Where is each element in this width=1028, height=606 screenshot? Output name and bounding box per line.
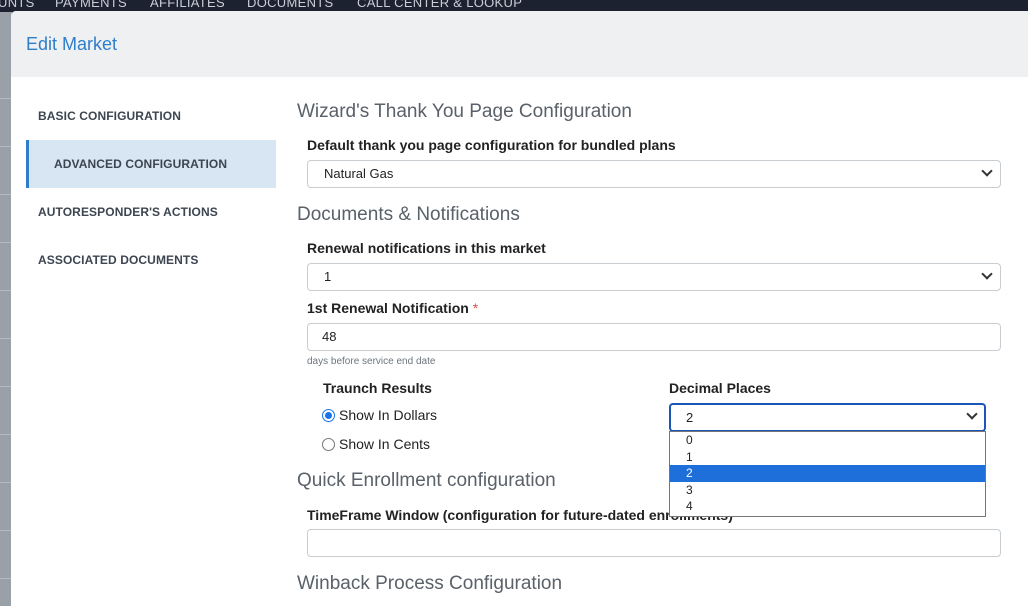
section-title-wizard: Wizard's Thank You Page Configuration (297, 101, 632, 122)
default-thank-you-select[interactable]: Natural Gas (307, 160, 1001, 188)
default-thank-you-value: Natural Gas (324, 166, 394, 181)
decimal-places-label: Decimal Places (669, 380, 771, 396)
radio-show-in-dollars[interactable]: Show In Dollars (322, 407, 437, 423)
sidebar-item-associated-documents[interactable]: ASSOCIATED DOCUMENTS (26, 236, 276, 284)
dropdown-option-3[interactable]: 3 (670, 482, 985, 499)
dropdown-option-1[interactable]: 1 (670, 449, 985, 466)
first-renewal-input[interactable]: 48 (307, 323, 1001, 351)
first-renewal-help-text: days before service end date (307, 356, 436, 367)
timeframe-window-input[interactable] (307, 529, 1001, 557)
traunch-results-label: Traunch Results (323, 380, 432, 396)
decimal-places-dropdown: 0 1 2 3 4 (669, 431, 986, 517)
dropdown-option-2[interactable]: 2 (670, 465, 985, 482)
first-renewal-label-text: 1st Renewal Notification (307, 300, 469, 316)
section-title-winback: Winback Process Configuration (297, 573, 563, 594)
dropdown-option-4[interactable]: 4 (670, 498, 985, 515)
nav-link-call-center[interactable]: CALL CENTER & LOOKUP (357, 0, 522, 10)
nav-link-accounts[interactable]: UNTS (0, 0, 35, 10)
sidebar-item-advanced-configuration[interactable]: ADVANCED CONFIGURATION (26, 140, 276, 188)
default-thank-you-label: Default thank you page configuration for… (307, 137, 676, 153)
renewal-notifications-label: Renewal notifications in this market (307, 240, 546, 256)
renewal-notifications-select[interactable]: 1 (307, 263, 1001, 291)
sidebar-item-autoresponders-actions[interactable]: AUTORESPONDER'S ACTIONS (26, 188, 276, 236)
nav-link-payments[interactable]: PAYMENTS (55, 0, 127, 10)
section-title-quick-enrollment: Quick Enrollment configuration (297, 470, 556, 491)
modal-header: Edit Market (11, 11, 1028, 77)
required-asterisk: * (472, 300, 479, 316)
renewal-notifications-value: 1 (324, 269, 332, 284)
chevron-down-icon (981, 165, 993, 177)
dropdown-option-0[interactable]: 0 (670, 432, 985, 449)
radio-label-cents: Show In Cents (339, 436, 431, 452)
chevron-down-icon (981, 268, 993, 280)
decimal-places-value: 2 (686, 410, 694, 425)
nav-link-affiliates[interactable]: AFFILIATES (150, 0, 225, 10)
radio-unchecked-icon[interactable] (322, 437, 335, 451)
first-renewal-label: 1st Renewal Notification * (307, 300, 478, 316)
decimal-places-select[interactable]: 2 (669, 403, 986, 432)
modal-title: Edit Market (26, 34, 118, 54)
radio-label-dollars: Show In Dollars (339, 407, 438, 423)
radio-checked-icon[interactable] (322, 408, 335, 422)
radio-show-in-cents[interactable]: Show In Cents (322, 436, 430, 452)
edit-market-modal: Edit Market BASIC CONFIGURATION ADVANCED… (11, 11, 1028, 606)
nav-link-documents[interactable]: DOCUMENTS (247, 0, 333, 10)
section-title-documents: Documents & Notifications (297, 204, 520, 225)
chevron-down-icon (966, 408, 978, 420)
sidebar-item-basic-configuration[interactable]: BASIC CONFIGURATION (26, 92, 276, 140)
